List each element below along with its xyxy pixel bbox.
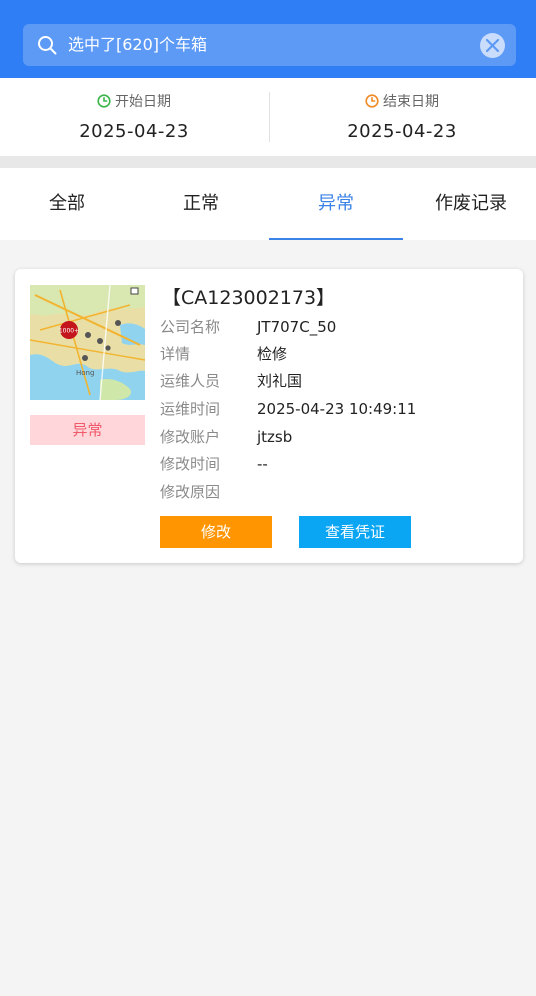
date-divider bbox=[269, 92, 270, 142]
start-date-label: 开始日期 bbox=[115, 94, 171, 110]
card-title: 【CA123002173】 bbox=[162, 287, 336, 309]
map-image: 1000+ Hong bbox=[30, 285, 145, 400]
detail-key: 修改时间 bbox=[160, 455, 221, 473]
detail-value: 刘礼国 bbox=[257, 372, 303, 390]
filter-tabs: 全部 正常 异常 作废记录 bbox=[0, 168, 536, 240]
detail-key: 详情 bbox=[160, 345, 191, 363]
detail-value: jtzsb bbox=[257, 428, 293, 446]
map-cluster-label: 1000+ bbox=[59, 328, 79, 335]
start-date-picker[interactable]: 开始日期 2025-04-23 bbox=[0, 78, 268, 156]
end-date-label-row: 结束日期 bbox=[268, 93, 536, 111]
end-date-value: 2025-04-23 bbox=[347, 121, 457, 142]
start-date-value: 2025-04-23 bbox=[79, 121, 189, 142]
clock-icon bbox=[97, 94, 111, 108]
status-badge: 异常 bbox=[30, 415, 145, 445]
detail-key: 公司名称 bbox=[160, 318, 221, 336]
detail-key: 运维时间 bbox=[160, 400, 221, 418]
detail-key: 运维人员 bbox=[160, 372, 221, 390]
clock-icon bbox=[365, 94, 379, 108]
search-bar[interactable]: 选中了[620]个车箱 bbox=[23, 24, 516, 66]
detail-value: 检修 bbox=[257, 345, 288, 363]
date-range: 开始日期 2025-04-23 结束日期 2025-04-23 bbox=[0, 78, 536, 156]
tab-all[interactable]: 全部 bbox=[0, 168, 134, 240]
detail-value: -- bbox=[257, 455, 268, 473]
detail-value: JT707C_50 bbox=[257, 318, 337, 336]
edit-button[interactable]: 修改 bbox=[160, 516, 272, 548]
start-date-label-row: 开始日期 bbox=[0, 93, 268, 111]
clear-search-button[interactable] bbox=[480, 33, 505, 58]
map-thumbnail[interactable]: 1000+ Hong bbox=[30, 285, 145, 400]
tab-void-records[interactable]: 作废记录 bbox=[404, 168, 536, 240]
section-gap bbox=[0, 156, 536, 168]
close-icon bbox=[486, 39, 499, 52]
record-card: 1000+ Hong 异常 【CA123002173】 公司名称 JT707C_… bbox=[15, 269, 523, 563]
tab-abnormal[interactable]: 异常 bbox=[269, 168, 403, 240]
view-voucher-button[interactable]: 查看凭证 bbox=[299, 516, 411, 548]
end-date-picker[interactable]: 结束日期 2025-04-23 bbox=[268, 78, 536, 156]
tab-normal[interactable]: 正常 bbox=[134, 168, 268, 240]
detail-key: 修改原因 bbox=[160, 483, 221, 501]
detail-value: 2025-04-23 10:49:11 bbox=[257, 400, 417, 418]
map-city-label: Hong bbox=[76, 369, 94, 377]
detail-key: 修改账户 bbox=[160, 428, 221, 446]
search-input-text: 选中了[620]个车箱 bbox=[68, 35, 208, 54]
top-header: 选中了[620]个车箱 bbox=[0, 0, 536, 78]
search-icon bbox=[38, 36, 57, 55]
end-date-label: 结束日期 bbox=[383, 94, 439, 110]
